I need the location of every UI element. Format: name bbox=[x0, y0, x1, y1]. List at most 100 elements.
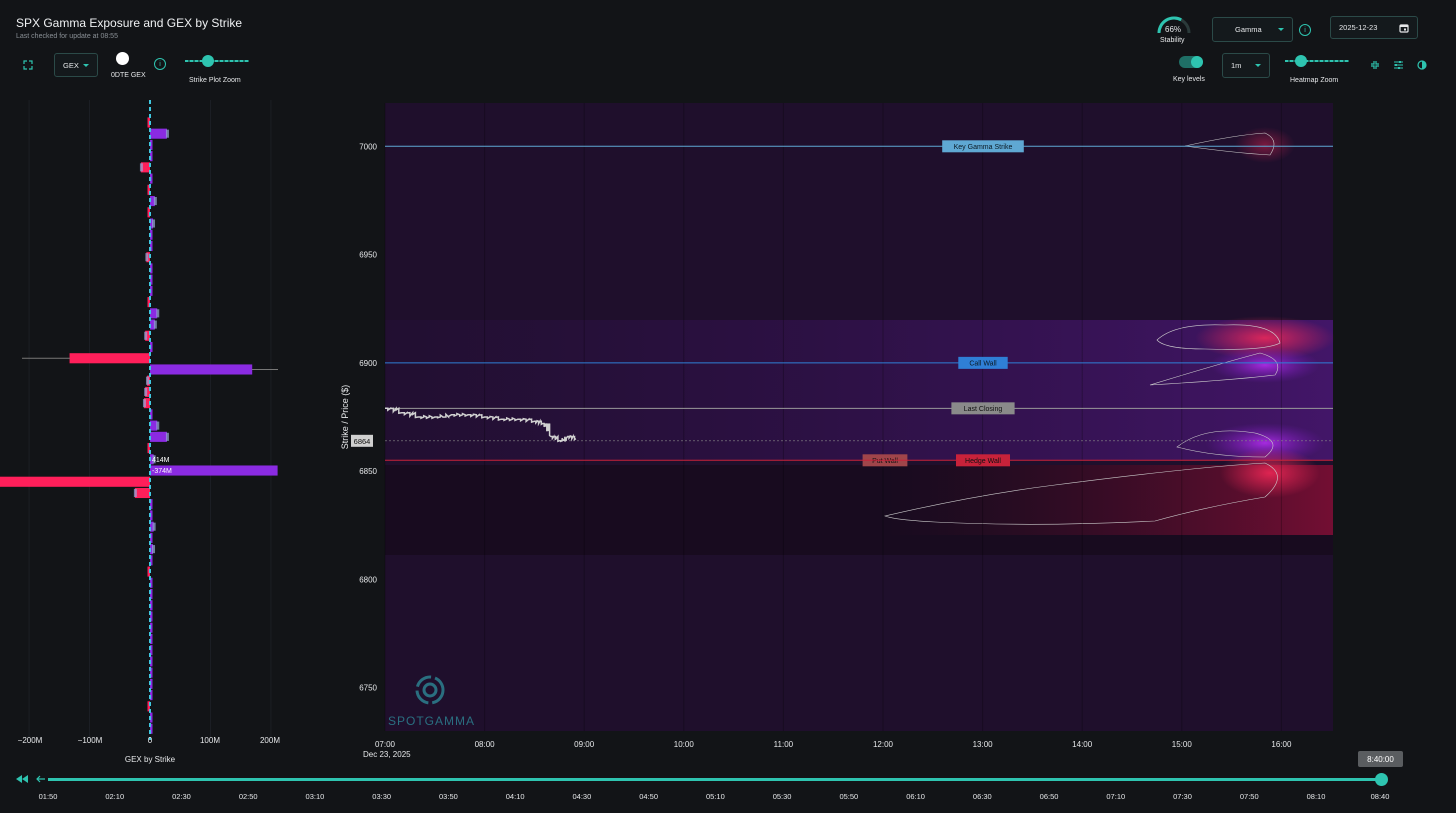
heatmap-x-ticks: 07:00 08:00 09:00 10:00 11:00 12:00 13:00 14:00… bbox=[375, 740, 1292, 749]
gex-bar-marker bbox=[144, 331, 148, 340]
stability-label: Stability bbox=[1160, 37, 1185, 44]
interval-select[interactable]: 1m bbox=[1222, 53, 1270, 78]
spot-label: 6864 bbox=[354, 437, 371, 446]
page-title: SPX Gamma Exposure and GEX by Strike bbox=[16, 16, 243, 30]
heatmap-y-tick: 6850 bbox=[359, 467, 377, 476]
level-label: Call Wall bbox=[969, 361, 997, 368]
heatmap-zoom-slider[interactable] bbox=[1285, 54, 1349, 68]
timeline-label: 08:10 bbox=[1306, 792, 1326, 801]
compress-icon-glyph bbox=[1371, 61, 1379, 69]
timeline-label: 06:30 bbox=[972, 792, 992, 801]
key-levels-label: Key levels bbox=[1173, 76, 1205, 83]
gex-x-tick: 0 bbox=[148, 736, 153, 745]
chevron-down-icon bbox=[1255, 64, 1261, 67]
heatmap-chart: Key Gamma Strike Call Wall Last Closing Put… bbox=[340, 103, 1335, 759]
heatmap-y-tick: 6750 bbox=[359, 684, 377, 693]
chevron-down-icon bbox=[83, 63, 89, 67]
slider-thumb[interactable] bbox=[1295, 55, 1307, 67]
expand-icon[interactable] bbox=[20, 57, 36, 73]
level-label: Last Closing bbox=[964, 406, 1003, 413]
heatmap-x-tick: 15:00 bbox=[1172, 740, 1193, 749]
heatmap-y-tick: 6800 bbox=[359, 575, 377, 584]
level-label: Key Gamma Strike bbox=[954, 144, 1013, 151]
compress-icon[interactable] bbox=[1367, 57, 1383, 73]
gex-bar bbox=[150, 364, 253, 375]
level-label: Hedge Wall bbox=[965, 458, 1001, 465]
gex-bar bbox=[69, 353, 150, 364]
sliders-icon-glyph bbox=[1393, 61, 1403, 69]
timeline-label: 07:30 bbox=[1173, 792, 1192, 801]
chevron-down-icon bbox=[1278, 28, 1284, 31]
timeline-label: 03:50 bbox=[439, 792, 458, 801]
timeline-track[interactable] bbox=[48, 778, 1382, 781]
gex-bar bbox=[150, 308, 158, 319]
gex-x-tick: −100M bbox=[78, 736, 103, 745]
timeline-label: 07:10 bbox=[1106, 792, 1126, 801]
slider-track bbox=[185, 60, 249, 62]
gex-bar-marker bbox=[153, 197, 157, 206]
heat-hotspot bbox=[1220, 448, 1320, 498]
interval-select-value: 1m bbox=[1231, 61, 1242, 70]
zero-dte-toggle[interactable] bbox=[116, 52, 129, 65]
heat-hotspot bbox=[1235, 127, 1295, 163]
heatmap-x-tick: 12:00 bbox=[873, 740, 894, 749]
gex-select-value: GEX bbox=[63, 60, 79, 70]
gex-select[interactable]: GEX bbox=[54, 53, 98, 77]
heatmap-x-tick: 09:00 bbox=[574, 740, 595, 749]
strike-zoom-slider[interactable] bbox=[185, 54, 249, 68]
gex-bar-marker bbox=[145, 253, 149, 262]
gex-data-label: 414M bbox=[152, 457, 170, 464]
slider-thumb[interactable] bbox=[202, 55, 214, 67]
info-icon[interactable]: i bbox=[1299, 24, 1311, 36]
timeline-label: 07:50 bbox=[1239, 792, 1259, 801]
info-icon[interactable]: i bbox=[154, 58, 166, 70]
gex-bar-marker bbox=[139, 163, 143, 172]
gex-x-ticks: −200M −100M 0 100M 200M bbox=[18, 736, 281, 745]
contrast-icon[interactable] bbox=[1414, 57, 1430, 73]
gex-bar bbox=[134, 487, 150, 499]
key-levels-toggle[interactable] bbox=[1179, 56, 1203, 68]
toggle-knob bbox=[1191, 56, 1203, 68]
greek-select[interactable]: Gamma bbox=[1212, 17, 1293, 42]
gex-bar-marker bbox=[152, 522, 156, 531]
gex-bars: 414M -374M bbox=[0, 100, 278, 740]
gex-bar bbox=[150, 420, 158, 431]
timeline-label: 02:50 bbox=[238, 792, 258, 801]
timeline-label: 02:30 bbox=[172, 792, 191, 801]
gex-bar-marker bbox=[156, 309, 160, 318]
gex-bar bbox=[150, 128, 167, 139]
timeline-label: 01:50 bbox=[38, 792, 58, 801]
gex-strike-chart: 414M -374M −200M −100M 0 100M 200M GEX by Str… bbox=[0, 100, 281, 764]
heatmap-x-tick: 13:00 bbox=[973, 740, 994, 749]
level-label: Put Wall bbox=[872, 458, 898, 465]
heatmap-x-tick: 14:00 bbox=[1072, 740, 1093, 749]
timeline-label: 05:10 bbox=[705, 792, 725, 801]
timeline-label: 04:10 bbox=[505, 792, 525, 801]
heatmap-y-tick: 6950 bbox=[359, 251, 377, 260]
gex-data-label: -374M bbox=[152, 468, 172, 475]
gex-bar-marker bbox=[133, 488, 137, 498]
date-picker[interactable]: 2025-12-23 bbox=[1330, 16, 1418, 39]
heatmap-y-ticks: 7000 6950 6900 6850 6800 6750 bbox=[359, 142, 377, 692]
gex-bar-marker bbox=[165, 129, 169, 138]
heatmap-x-tick: 07:00 bbox=[375, 740, 396, 749]
back-arrow-icon[interactable] bbox=[33, 771, 49, 787]
gex-bar-marker bbox=[153, 320, 157, 329]
timeline-thumb[interactable] bbox=[1375, 773, 1388, 786]
heatmap-band-purple bbox=[385, 320, 1333, 460]
date-value: 2025-12-23 bbox=[1339, 23, 1378, 32]
expand-icon-glyph bbox=[23, 60, 33, 70]
settings-sliders-icon[interactable] bbox=[1390, 57, 1406, 73]
timeline-label: 05:50 bbox=[839, 792, 859, 801]
current-time-badge: 8:40:00 bbox=[1358, 751, 1403, 767]
gex-bar-marker bbox=[152, 219, 156, 228]
strike-zoom-label: Strike Plot Zoom bbox=[189, 77, 241, 84]
gex-x-tick: 100M bbox=[200, 736, 220, 745]
gex-bar-marker bbox=[145, 376, 149, 385]
timeline-label: 05:30 bbox=[772, 792, 792, 801]
heatmap-ylabel: Strike / Price ($) bbox=[340, 385, 350, 450]
rewind-icon[interactable] bbox=[14, 771, 30, 787]
heatmap-date-label: Dec 23, 2025 bbox=[363, 750, 411, 759]
zero-dte-label: 0DTE GEX bbox=[111, 72, 146, 79]
calendar-icon[interactable] bbox=[1399, 23, 1409, 33]
